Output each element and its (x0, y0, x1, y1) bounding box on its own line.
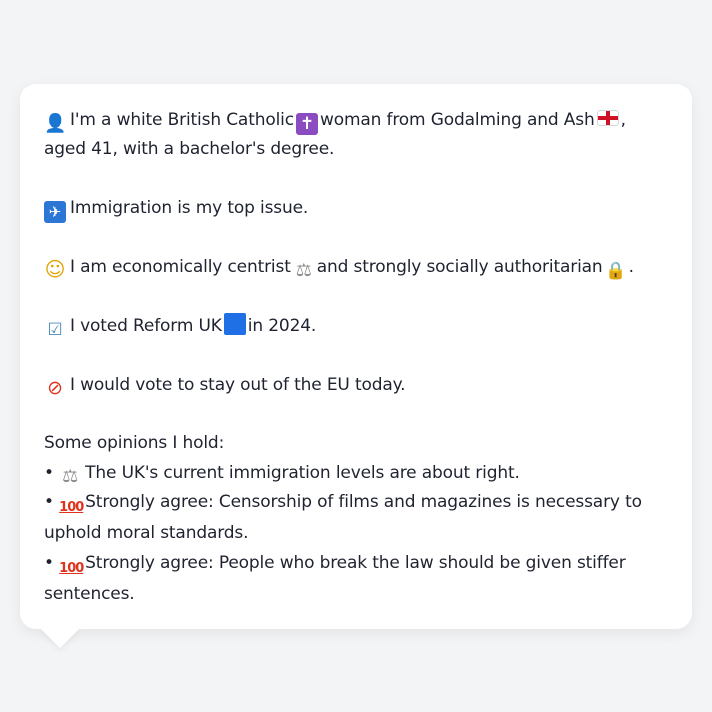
bullet: • (44, 552, 54, 573)
latin-cross-icon: ✝ (295, 113, 318, 135)
bubble-tail (40, 628, 80, 648)
hundred-points-icon: 100 (59, 560, 84, 576)
top-issue-text: Immigration is my top issue. (70, 198, 309, 219)
passport-control-icon: ✈ (44, 201, 66, 224)
identity-text-b: woman from Godalming and Ash (319, 110, 595, 130)
eu-text: I would vote to stay out of the EU today… (70, 374, 406, 395)
opinion-text: The UK's current immigration levels are … (85, 462, 520, 483)
bullet: • (44, 462, 54, 483)
opinion-item: • 100 Strongly agree: People who break th… (44, 549, 668, 609)
balance-scale-icon: ⚖ (62, 465, 79, 487)
hundred-points-icon: 100 (59, 500, 84, 516)
balance-scale-icon: ⚖ (295, 260, 312, 281)
ideology-paragraph: ☺ I am economically centrist ⚖ and strongly… (44, 253, 668, 282)
eu-paragraph: ⊘ I would vote to stay out of the EU toda… (44, 371, 668, 400)
ideology-text-a: I am economically centrist (70, 257, 291, 277)
blue-square-icon (223, 312, 246, 335)
person-silhouette-icon: 👤 (44, 113, 67, 134)
opinion-text: Strongly agree: Censorship of films and … (44, 492, 642, 544)
england-flag-icon (596, 110, 619, 126)
thinking-face-icon: ☺ (44, 257, 66, 281)
bullet: • (44, 492, 54, 513)
opinion-text: Strongly agree: People who break the law… (44, 552, 626, 604)
message-text: 👤 I'm a white British Catholic ✝ woman from… (44, 106, 668, 609)
opinions-section: Some opinions I hold: • ⚖ The UK's curren… (44, 429, 668, 609)
identity-text-a: I'm a white British Catholic (70, 110, 294, 130)
ideology-text-b: and strongly socially authoritarian (316, 257, 603, 277)
opinion-item: • 100 Strongly agree: Censorship of films… (44, 488, 668, 548)
vote-text-b: in 2024. (247, 315, 317, 336)
locked-padlock-icon: 🔒 (605, 261, 627, 281)
vote-paragraph: ☑ I voted Reform UK in 2024. (44, 312, 668, 341)
opinion-item: • ⚖ The UK's current immigration levels a… (44, 459, 668, 488)
opinions-heading: Some opinions I hold: (44, 433, 225, 454)
identity-paragraph: 👤 I'm a white British Catholic ✝ woman from… (44, 106, 668, 165)
vote-text-a: I voted Reform UK (70, 315, 222, 336)
ideology-text-c: . (628, 257, 634, 277)
ballot-box-icon: ☑ (47, 319, 63, 340)
message-bubble: 👤 I'm a white British Catholic ✝ woman from… (20, 84, 692, 629)
no-entry-sign-icon: ⊘ (47, 376, 63, 399)
top-issue-paragraph: ✈ Immigration is my top issue. (44, 194, 668, 224)
